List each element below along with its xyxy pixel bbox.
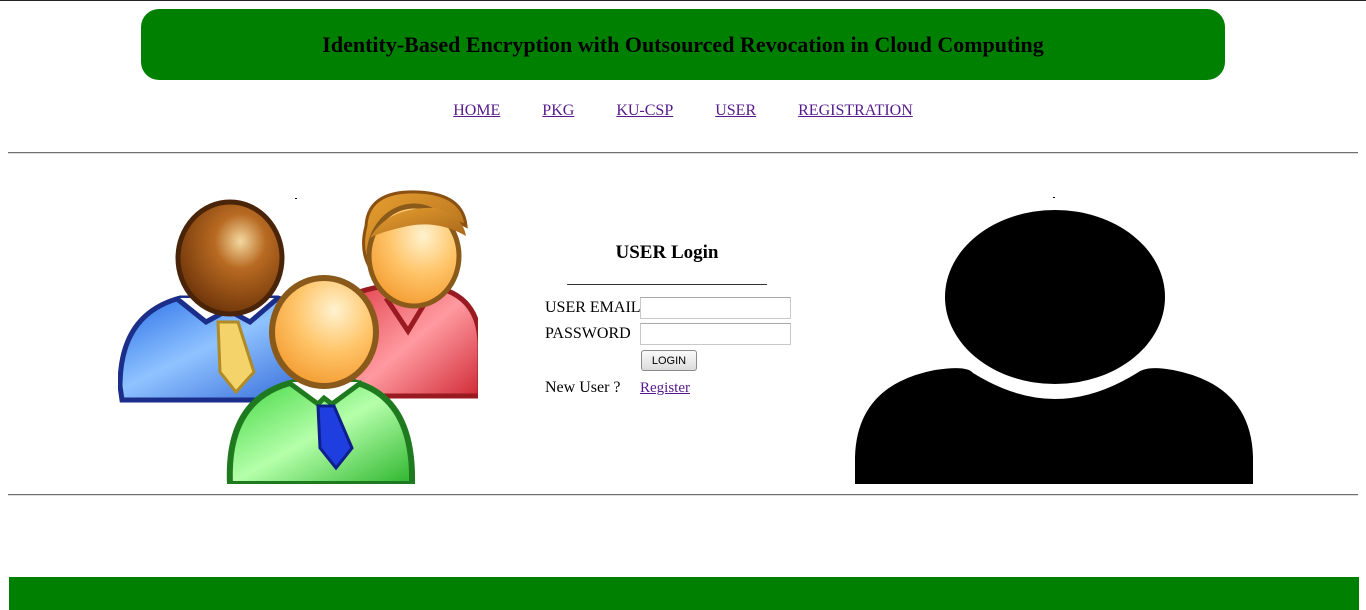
login-heading: USER Login [615, 242, 719, 263]
nav-user[interactable]: USER [715, 102, 756, 119]
nav-pkg[interactable]: PKG [542, 102, 574, 119]
users-group-icon [118, 186, 478, 484]
image-dot-right [1053, 197, 1055, 198]
new-user-text: New User ? [545, 379, 621, 396]
register-link[interactable]: Register [640, 380, 690, 397]
header-banner: Identity-Based Encryption with Outsource… [141, 9, 1225, 80]
page-title: Identity-Based Encryption with Outsource… [322, 31, 1044, 57]
password-label: PASSWORD [545, 325, 631, 342]
top-nav: HOME PKG KU-CSP USER REGISTRATION [0, 102, 1366, 120]
email-label: USER EMAIL [545, 299, 641, 316]
login-button[interactable]: LOGIN [641, 350, 697, 371]
login-heading-rule [567, 284, 767, 285]
top-rule [0, 0, 1366, 1]
nav-registration[interactable]: REGISTRATION [798, 102, 913, 119]
nav-ku-csp[interactable]: KU-CSP [616, 102, 673, 119]
person-silhouette-icon [855, 207, 1253, 484]
email-field[interactable] [640, 297, 791, 319]
nav-home[interactable]: HOME [453, 102, 500, 119]
footer-bar [9, 577, 1359, 610]
divider-top [8, 152, 1358, 154]
divider-bottom [8, 494, 1358, 496]
password-field[interactable] [640, 323, 791, 345]
